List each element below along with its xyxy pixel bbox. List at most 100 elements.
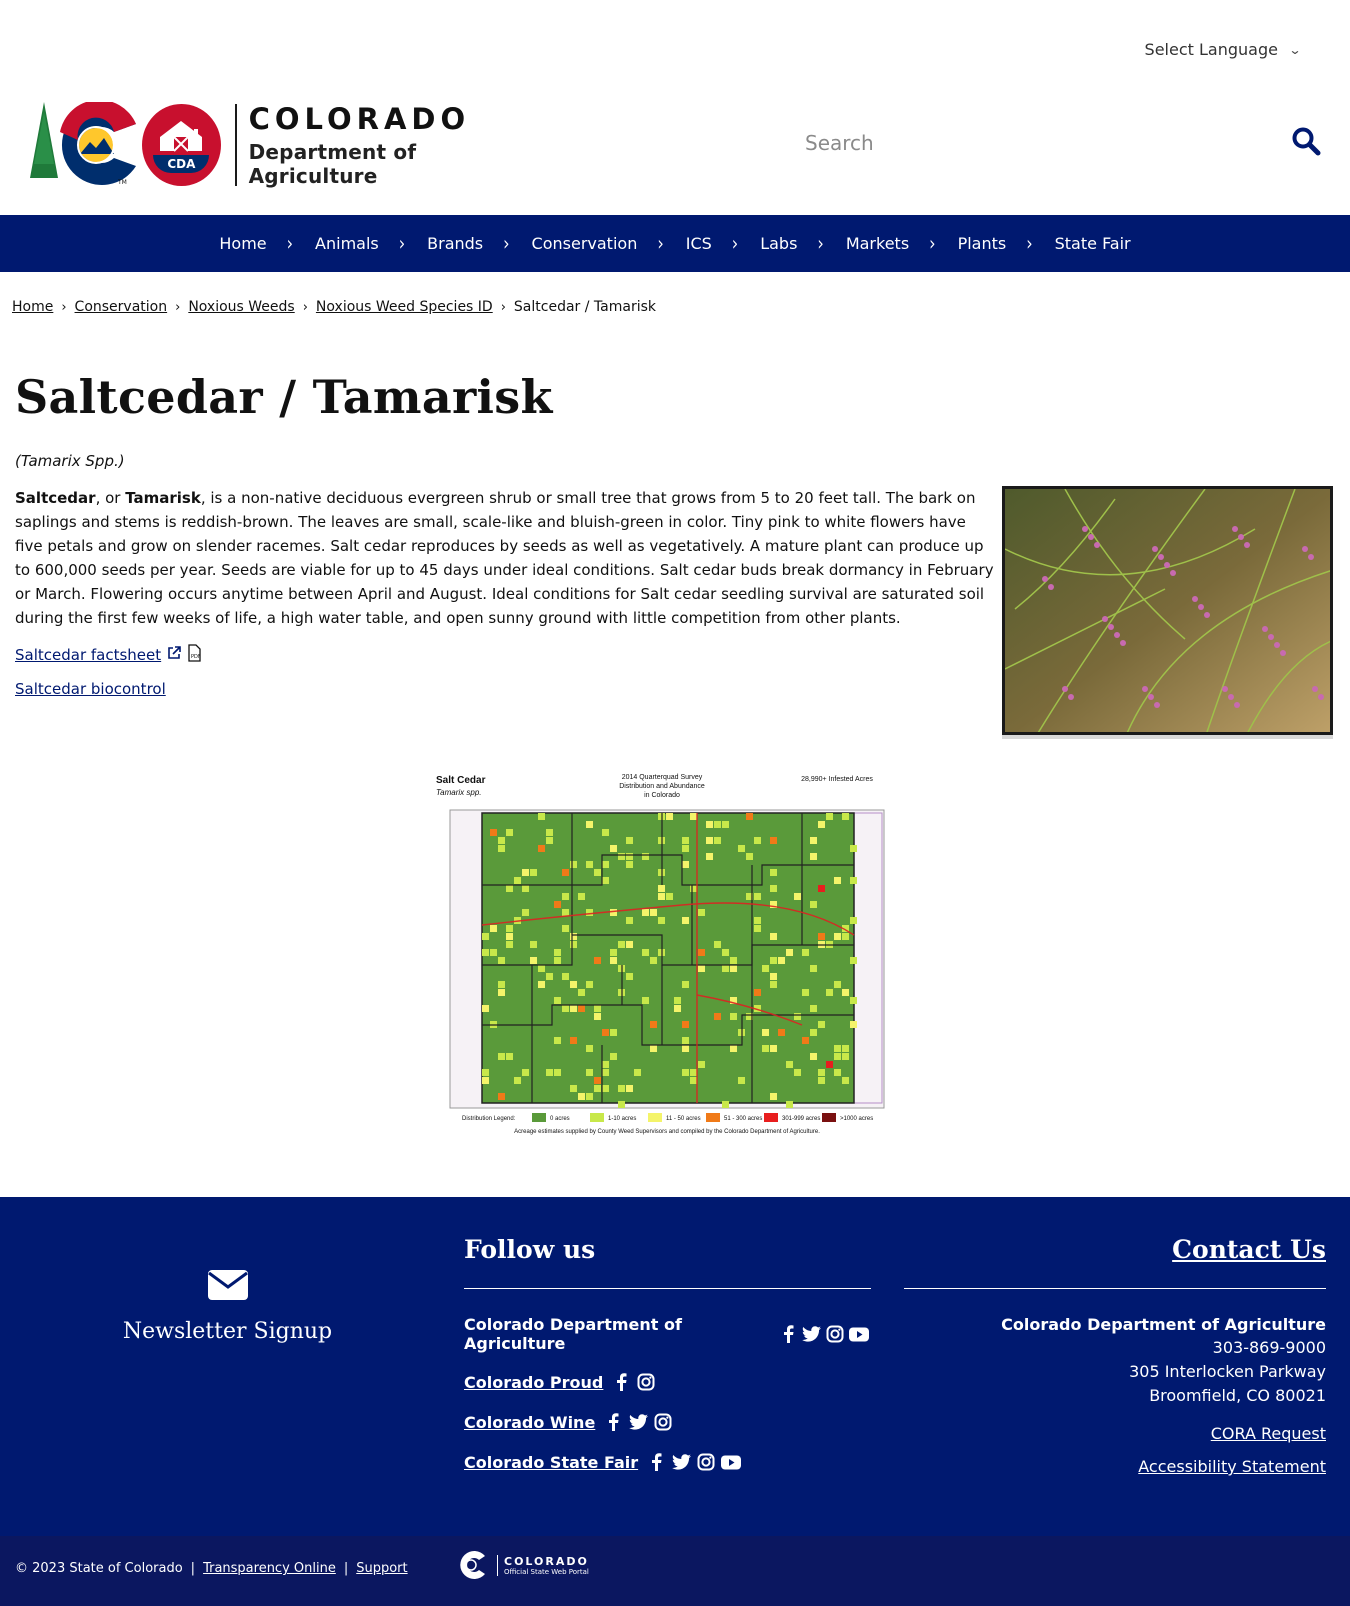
map-cell bbox=[498, 1093, 505, 1100]
map-infested-acres: 28,990+ Infested Acres bbox=[801, 776, 873, 783]
map-cell bbox=[730, 1013, 737, 1020]
map-cell bbox=[506, 933, 513, 940]
breadcrumb-conservation[interactable]: Conservation bbox=[75, 299, 168, 315]
map-cell bbox=[714, 821, 721, 828]
map-cell bbox=[642, 949, 649, 956]
facebook-icon[interactable] bbox=[644, 1451, 668, 1473]
nav-item-brands[interactable]: Brands › bbox=[427, 215, 531, 272]
nav-item-markets[interactable]: Markets › bbox=[846, 215, 958, 272]
map-cell bbox=[658, 917, 665, 924]
search-input[interactable] bbox=[805, 131, 1245, 155]
map-cell bbox=[698, 949, 705, 956]
instagram-icon[interactable] bbox=[824, 1323, 847, 1345]
map-cell bbox=[498, 957, 505, 964]
map-cell bbox=[586, 981, 593, 988]
nav-item-ics[interactable]: ICS › bbox=[686, 215, 760, 272]
map-cell bbox=[850, 845, 857, 852]
map-cell bbox=[594, 869, 601, 876]
map-cell bbox=[562, 925, 569, 932]
map-cell bbox=[770, 981, 777, 988]
map-cell bbox=[506, 829, 513, 836]
map-cell bbox=[810, 837, 817, 844]
nav-item-state-fair[interactable]: State Fair bbox=[1055, 215, 1131, 272]
map-cell bbox=[642, 909, 649, 916]
facebook-icon[interactable] bbox=[776, 1323, 799, 1345]
map-cell bbox=[482, 1069, 489, 1076]
map-state-area bbox=[481, 812, 855, 1104]
social-org-name[interactable]: Colorado State Fair bbox=[464, 1453, 638, 1472]
map-cell bbox=[826, 989, 833, 996]
map-cell bbox=[570, 941, 577, 948]
map-cell bbox=[746, 813, 753, 820]
map-cell bbox=[602, 829, 609, 836]
seal-text: CDA bbox=[153, 155, 210, 173]
social-org-name[interactable]: Colorado Wine bbox=[464, 1413, 595, 1432]
map-cell bbox=[610, 1053, 617, 1060]
map-cell bbox=[554, 957, 561, 964]
map-cell bbox=[642, 853, 649, 860]
map-cell bbox=[546, 1069, 553, 1076]
youtube-icon[interactable] bbox=[719, 1451, 743, 1473]
map-cell bbox=[618, 1085, 625, 1092]
contact-title[interactable]: Contact Us bbox=[904, 1235, 1326, 1264]
search-icon[interactable] bbox=[1291, 126, 1325, 160]
map-cell bbox=[610, 845, 617, 852]
follow-title: Follow us bbox=[464, 1235, 596, 1264]
breadcrumb-species-id[interactable]: Noxious Weed Species ID bbox=[316, 299, 493, 315]
biocontrol-link[interactable]: Saltcedar biocontrol bbox=[15, 680, 166, 698]
cora-request-link[interactable]: CORA Request bbox=[904, 1424, 1326, 1443]
state-portal-logo[interactable]: COLORADO Official State Web Portal bbox=[455, 1550, 589, 1580]
factsheet-link-label: Saltcedar factsheet bbox=[15, 646, 162, 664]
facebook-icon[interactable] bbox=[601, 1411, 625, 1433]
map-cell bbox=[714, 1013, 721, 1020]
map-cell bbox=[818, 1021, 825, 1028]
map-cell bbox=[850, 917, 857, 924]
nav-item-animals[interactable]: Animals › bbox=[315, 215, 427, 272]
map-cell bbox=[562, 869, 569, 876]
transparency-link[interactable]: Transparency Online bbox=[203, 1561, 336, 1576]
instagram-icon[interactable] bbox=[694, 1451, 718, 1473]
nav-item-label: Plants bbox=[957, 234, 1007, 253]
map-cell bbox=[586, 821, 593, 828]
nav-item-conservation[interactable]: Conservation › bbox=[532, 215, 686, 272]
map-cell bbox=[770, 1045, 777, 1052]
site-search bbox=[805, 118, 1325, 168]
nav-item-plants[interactable]: Plants › bbox=[958, 215, 1055, 272]
site-logo[interactable]: TM CDA COLORADO Department of Agricultur… bbox=[30, 99, 540, 190]
contact-us: Contact Us Colorado Department of Agricu… bbox=[904, 1235, 1326, 1476]
breadcrumb-home[interactable]: Home bbox=[12, 299, 53, 315]
nav-item-home[interactable]: Home › bbox=[219, 215, 315, 272]
twitter-icon[interactable] bbox=[800, 1323, 823, 1345]
youtube-icon[interactable] bbox=[847, 1323, 870, 1345]
map-cell bbox=[554, 1037, 561, 1044]
breadcrumb-noxious-weeds[interactable]: Noxious Weeds bbox=[188, 299, 294, 315]
legend-swatch bbox=[822, 1113, 836, 1122]
factsheet-link[interactable]: Saltcedar factsheet PDF bbox=[15, 644, 203, 666]
social-org-name[interactable]: Colorado Proud bbox=[464, 1373, 603, 1392]
map-cell bbox=[562, 909, 569, 916]
map-cell bbox=[586, 1093, 593, 1100]
twitter-icon[interactable] bbox=[626, 1411, 650, 1433]
map-cell bbox=[842, 1077, 849, 1084]
instagram-icon[interactable] bbox=[634, 1371, 658, 1393]
map-cell bbox=[690, 1069, 697, 1076]
nav-item-labs[interactable]: Labs › bbox=[760, 215, 846, 272]
support-link[interactable]: Support bbox=[356, 1561, 407, 1576]
accessibility-link[interactable]: Accessibility Statement bbox=[904, 1457, 1326, 1476]
twitter-icon[interactable] bbox=[669, 1451, 693, 1473]
map-cell bbox=[570, 1005, 577, 1012]
newsletter-signup[interactable]: Newsletter Signup bbox=[0, 1269, 455, 1344]
nav-item-label: Brands bbox=[427, 234, 484, 253]
map-cell bbox=[818, 821, 825, 828]
map-cell bbox=[602, 1069, 609, 1076]
language-select[interactable]: Select Language ⌄ bbox=[1145, 40, 1302, 59]
map-cell bbox=[834, 877, 841, 884]
facebook-icon[interactable] bbox=[609, 1371, 633, 1393]
map-cell bbox=[818, 1077, 825, 1084]
map-cell bbox=[626, 917, 633, 924]
logo-divider bbox=[234, 104, 237, 186]
distribution-map: Salt Cedar Tamarix spp. 2014 Quarterquad… bbox=[422, 765, 922, 1145]
instagram-icon[interactable] bbox=[651, 1411, 675, 1433]
map-cell bbox=[546, 837, 553, 844]
map-cell bbox=[562, 1005, 569, 1012]
